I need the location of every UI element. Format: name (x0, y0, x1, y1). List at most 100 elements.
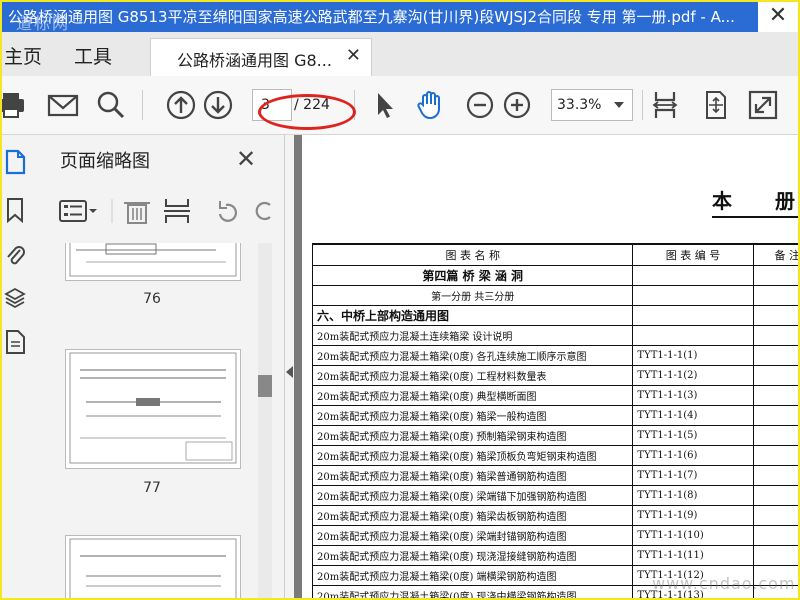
row-code-cell: TYT1-1-1(10) (632, 525, 754, 546)
annotation-highlight-oval (258, 94, 356, 130)
row-remark-cell (752, 385, 798, 406)
table-row: 20m装配式预应力混凝土箱梁(0度) 箱梁普通钢筋构造图 TYT1-1-1(7) (311, 465, 798, 486)
zoom-out-button[interactable] (463, 88, 497, 122)
thumbnail-drawing-78 (69, 538, 237, 598)
document-tab[interactable]: 公路桥涵通用图 G8... ✕ (150, 38, 372, 77)
thumbnail-scrollbar-handle[interactable] (258, 375, 272, 397)
row-remark-cell (752, 445, 798, 466)
paperclip-icon (7, 246, 25, 265)
previous-page-button[interactable] (164, 88, 198, 122)
row-code-cell (632, 285, 754, 306)
table-row: 第一分册 共三分册 (311, 285, 798, 306)
arrow-up-circle-icon (166, 90, 196, 120)
document-info-tab[interactable] (4, 329, 26, 355)
table-row: 20m装配式预应力混凝土连续箱梁 设计说明 (311, 325, 798, 346)
row-code-cell: TYT1-1-1(8) (632, 485, 754, 506)
row-name-cell: 20m装配式预应力混凝土箱梁(0度) 箱梁一般构造图 (311, 405, 634, 426)
zoom-in-button[interactable] (500, 88, 534, 122)
page-thumbnail-78[interactable] (65, 535, 241, 598)
row-code-cell: TYT1-1-1(6) (632, 445, 754, 466)
row-code-cell: TYT1-1-1(4) (632, 405, 754, 426)
hand-tool-button[interactable] (414, 88, 448, 122)
window-close-button[interactable]: ✕ (758, 2, 798, 32)
table-header-row: 图 表 名 称 图 表 编 号 备 注 (311, 243, 798, 266)
fit-width-button[interactable] (648, 88, 682, 122)
zoom-in-icon (503, 91, 531, 119)
document-view[interactable]: 本 册 图 表 名 称 图 表 编 号 备 注 第四篇 桥 梁 涵 洞第一分册 … (294, 135, 798, 598)
rotate-left-icon[interactable] (218, 201, 237, 222)
logo-watermark: 道标网 (16, 14, 71, 32)
header-name: 图 表 名 称 (311, 243, 634, 266)
search-button[interactable] (94, 88, 128, 122)
page-heading: 本 册 (712, 185, 798, 218)
page-thumbnail-77[interactable] (65, 349, 241, 469)
fit-width-icon (652, 92, 678, 118)
panel-title: 页面缩略图 (60, 151, 150, 172)
table-row: 20m装配式预应力混凝土箱梁(0度) 典型横断面图 TYT1-1-1(3) (311, 385, 798, 406)
print-button[interactable] (2, 88, 28, 122)
email-button[interactable] (46, 88, 80, 122)
bookmarks-tab[interactable] (4, 197, 26, 224)
table-row: 20m装配式预应力混凝土箱梁(0度) 梁端封锚钢筋构造图 TYT1-1-1(10) (311, 525, 798, 546)
row-remark-cell (752, 345, 798, 366)
next-page-button[interactable] (201, 88, 235, 122)
row-name-cell: 20m装配式预应力混凝土箱梁(0度) 各孔连续施工顺序示意图 (311, 345, 634, 366)
row-name-cell: 20m装配式预应力混凝土连续箱梁 设计说明 (311, 325, 634, 346)
row-name-cell: 20m装配式预应力混凝土箱梁(0度) 梁端锚下加强钢筋构造图 (311, 485, 634, 506)
arrow-down-circle-icon (203, 90, 233, 120)
thumbnail-panel: 页面缩略图 ✕ 76 77 (32, 135, 285, 598)
row-remark-cell (752, 485, 798, 506)
page-thumbnail-76[interactable] (65, 243, 241, 281)
toolbar-separator (642, 90, 643, 120)
page-thumbnail-icon (5, 149, 26, 175)
close-tab-button[interactable]: ✕ (346, 45, 361, 66)
document-tab-label: 公路桥涵通用图 G8... (177, 51, 332, 70)
panel-tools-icons (59, 199, 271, 224)
select-tool-button[interactable] (368, 88, 402, 122)
row-name-cell: 20m装配式预应力混凝土箱梁(0度) 箱梁顶板负弯矩钢束构造图 (311, 445, 634, 466)
left-nav-rail (2, 135, 32, 598)
chevron-down-icon (614, 102, 624, 108)
fit-page-button[interactable] (698, 88, 732, 122)
row-remark-cell (752, 365, 798, 386)
site-watermark: www.cndao.com (652, 574, 796, 593)
row-code-cell: TYT1-1-1(7) (632, 465, 754, 486)
delete-page-icon[interactable] (124, 202, 150, 224)
thumbnail-scrollbar[interactable] (258, 243, 272, 598)
table-row: 20m装配式预应力混凝土箱梁(0度) 各孔连续施工顺序示意图 TYT1-1-1(1… (311, 345, 798, 366)
layers-icon (4, 287, 26, 309)
row-code-cell: TYT1-1-1(1) (632, 345, 754, 366)
row-name-cell: 20m装配式预应力混凝土箱梁(0度) 箱梁齿板钢筋构造图 (311, 505, 634, 526)
fullscreen-button[interactable] (746, 88, 780, 122)
menu-home[interactable]: 主页 (4, 42, 42, 69)
zoom-select[interactable]: 33.3% (551, 89, 633, 121)
header-code: 图 表 编 号 (632, 243, 754, 266)
rotate-right-icon[interactable] (255, 201, 271, 221)
row-remark-cell (752, 285, 798, 306)
panel-close-button[interactable]: ✕ (236, 145, 256, 173)
layers-tab[interactable] (4, 285, 26, 311)
thumbnail-page-number: 76 (143, 291, 161, 307)
row-code-cell: TYT1-1-1(3) (632, 385, 754, 406)
table-row: 20m装配式预应力混凝土箱梁(0度) 工程材料数量表 TYT1-1-1(2) (311, 365, 798, 386)
menu-tools[interactable]: 工具 (74, 42, 112, 69)
table-row: 20m装配式预应力混凝土箱梁(0度) 箱梁顶板负弯矩钢束构造图 TYT1-1-1(… (311, 445, 798, 466)
row-name-cell: 20m装配式预应力混凝土箱梁(0度) 工程材料数量表 (311, 365, 634, 386)
row-remark-cell (752, 305, 798, 326)
row-code-cell: TYT1-1-1(9) (632, 505, 754, 526)
row-remark-cell (752, 265, 798, 286)
thumbnail-options-icon[interactable] (59, 200, 97, 222)
zoom-out-icon (466, 91, 494, 119)
tab-bar: 主页 工具 公路桥涵通用图 G8... ✕ (2, 32, 798, 77)
extract-page-icon[interactable] (164, 199, 190, 223)
window-title: 公路桥涵通用图 G8513平凉至绵阳国家高速公路武都至九寨沟(甘川界)段WJSJ… (8, 8, 735, 26)
collapse-panel-arrow-icon[interactable] (286, 366, 293, 378)
row-remark-cell (752, 545, 798, 566)
row-remark-cell (752, 425, 798, 446)
row-name-cell: 第一分册 共三分册 (311, 285, 634, 306)
attachments-tab[interactable] (4, 241, 26, 267)
app-window: 公路桥涵通用图 G8513平凉至绵阳国家高速公路武都至九寨沟(甘川界)段WJSJ… (0, 0, 800, 600)
page-thumbnails-tab[interactable] (4, 149, 26, 175)
pointer-arrow-icon (378, 93, 393, 118)
thumbnail-drawing-77 (69, 352, 237, 464)
